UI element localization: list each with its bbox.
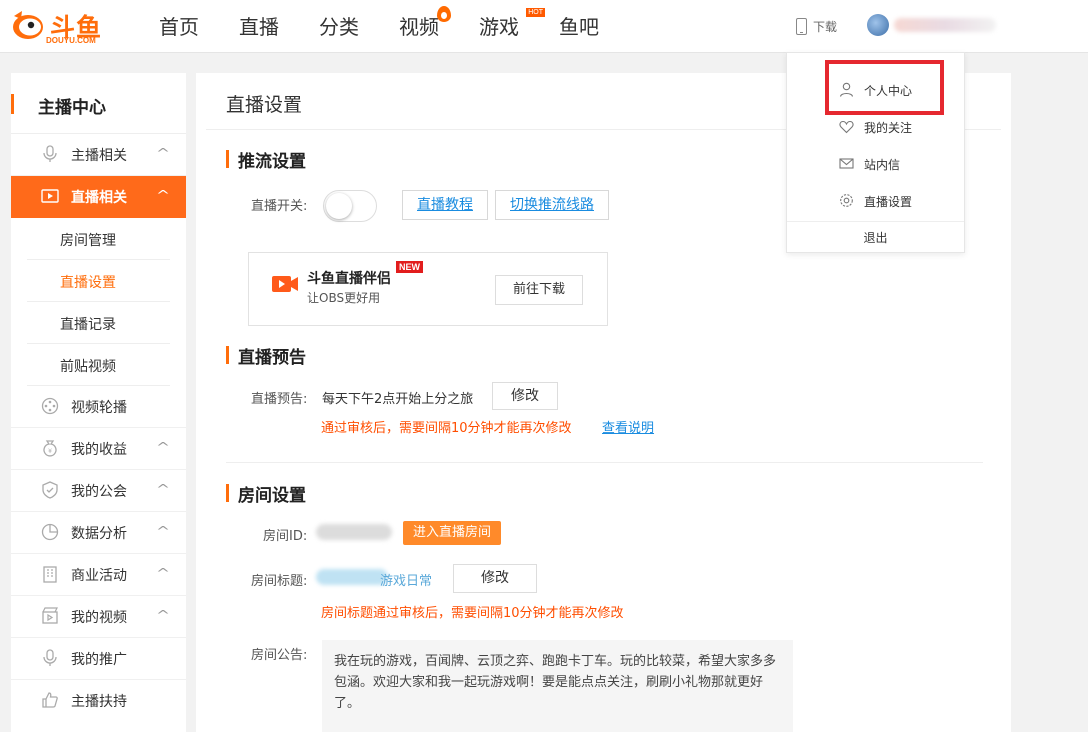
top-nav-bar: 斗鱼 DOUYU.COM 首页 直播 分类 视频 游戏 HOT 鱼吧 下载: [0, 0, 1088, 53]
preview-edit-button[interactable]: 修改: [492, 382, 558, 410]
enter-live-room-button[interactable]: 进入直播房间: [403, 521, 501, 545]
heart-icon: [839, 120, 854, 134]
live-tutorial-link[interactable]: 直播教程: [402, 190, 488, 220]
page-title: 直播设置: [226, 94, 303, 116]
sidebar: 主播中心 主播相关 ^ 直播相关 ^ 房间管理 直播设置 直播记录 前贴视频 视…: [11, 73, 186, 732]
microphone-icon: [40, 145, 60, 165]
sidebar-subitem-room-manage[interactable]: 房间管理: [11, 218, 186, 260]
room-id-label: 房间ID:: [263, 529, 308, 544]
chevron-up-icon: ^: [155, 188, 171, 202]
logo-domain: DOUYU.COM: [46, 36, 96, 45]
main-nav: 首页 直播 分类 视频 游戏 HOT 鱼吧: [159, 6, 639, 40]
video-play-icon: [40, 187, 60, 207]
promo-subtitle: 让OBS更好用: [307, 291, 381, 305]
sidebar-item-guild[interactable]: 我的公会 ^: [11, 470, 186, 512]
phone-icon: [796, 18, 807, 35]
chevron-up-icon: ^: [155, 566, 171, 580]
download-label: 下载: [813, 20, 838, 34]
divider: [226, 462, 983, 463]
fire-icon: [437, 6, 451, 22]
room-title-warning: 房间标题通过审核后，需要间隔10分钟才能再次修改: [321, 606, 624, 621]
username-redacted[interactable]: [894, 18, 996, 32]
annotation-highlight-box: [825, 60, 944, 115]
room-notice-text[interactable]: 我在玩的游戏，百闻牌、云顶之弈、跑跑卡丁车。玩的比较菜，希望大家多多包涵。欢迎大…: [322, 640, 793, 732]
sidebar-subitem-preroll-video[interactable]: 前贴视频: [11, 344, 186, 386]
logout-button[interactable]: 退出: [787, 229, 964, 246]
sidebar-item-promotion[interactable]: 我的推广: [11, 638, 186, 680]
obs-promo-card: 斗鱼直播伴侣 NEW 让OBS更好用 前往下载: [248, 252, 608, 326]
chevron-up-icon: ^: [155, 440, 171, 454]
clapperboard-icon: [40, 607, 60, 627]
mail-icon: [839, 158, 854, 169]
thumbs-up-icon: [40, 691, 60, 711]
gear-icon: [840, 194, 853, 207]
room-notice-label: 房间公告:: [251, 648, 308, 663]
sidebar-item-video-carousel[interactable]: 视频轮播: [11, 386, 186, 428]
promo-title: 斗鱼直播伴侣: [307, 271, 391, 287]
menu-item-inbox[interactable]: 站内信: [787, 149, 964, 179]
room-title-redacted: [316, 569, 388, 585]
sidebar-item-support[interactable]: 主播扶持: [11, 680, 186, 722]
nav-live[interactable]: 直播: [239, 14, 279, 40]
chevron-up-icon: ^: [155, 608, 171, 622]
money-bag-icon: ¥: [40, 439, 60, 459]
fish-mascot-icon: [13, 11, 43, 39]
section-title-preview: 直播预告: [226, 343, 306, 368]
sidebar-item-my-videos[interactable]: 我的视频 ^: [11, 596, 186, 638]
download-companion-button[interactable]: 前往下载: [495, 275, 583, 305]
sidebar-subitem-live-records[interactable]: 直播记录: [11, 302, 186, 344]
switch-stream-line-link[interactable]: 切换推流线路: [495, 190, 609, 220]
sidebar-item-live[interactable]: 直播相关 ^: [11, 176, 186, 218]
chevron-up-icon: ^: [155, 146, 171, 160]
preview-warning: 通过审核后，需要间隔10分钟才能再次修改: [321, 421, 572, 436]
nav-home[interactable]: 首页: [159, 14, 199, 40]
download-link[interactable]: 下载: [796, 18, 837, 35]
pie-chart-icon: [40, 523, 60, 543]
microphone-icon: [40, 649, 60, 669]
chevron-up-icon: ^: [155, 524, 171, 538]
menu-item-live-settings[interactable]: 直播设置: [787, 186, 964, 216]
nav-video[interactable]: 视频: [399, 6, 451, 40]
section-title-room: 房间设置: [226, 481, 306, 506]
douyu-logo[interactable]: 斗鱼 DOUYU.COM: [10, 6, 102, 48]
toggle-knob: [326, 193, 352, 219]
new-badge: NEW: [396, 261, 423, 273]
menu-divider: [787, 221, 964, 222]
svg-text:¥: ¥: [48, 448, 52, 455]
chevron-up-icon: ^: [155, 482, 171, 496]
room-title-label: 房间标题:: [251, 574, 308, 589]
nav-games[interactable]: 游戏 HOT: [479, 8, 545, 40]
sidebar-subitem-live-settings[interactable]: 直播设置: [11, 260, 186, 302]
building-icon: [40, 565, 60, 585]
avatar[interactable]: [867, 14, 889, 36]
hot-badge: HOT: [526, 8, 545, 17]
room-title-edit-button[interactable]: 修改: [453, 564, 537, 593]
live-switch-toggle[interactable]: [323, 190, 377, 222]
preview-value: 每天下午2点开始上分之旅: [322, 392, 474, 407]
sidebar-header: 主播中心: [11, 73, 186, 134]
live-switch-label: 直播开关:: [251, 199, 308, 214]
film-reel-icon: [40, 397, 60, 417]
menu-item-following[interactable]: 我的关注: [787, 112, 964, 142]
view-instructions-link[interactable]: 查看说明: [602, 417, 654, 436]
sidebar-title: 主播中心: [38, 98, 106, 118]
sidebar-item-earnings[interactable]: ¥ 我的收益 ^: [11, 428, 186, 470]
camera-icon: [272, 276, 298, 292]
sidebar-item-business[interactable]: 商业活动 ^: [11, 554, 186, 596]
room-title-fragment: 游戏日常: [380, 574, 433, 589]
section-title-stream: 推流设置: [226, 147, 306, 172]
nav-fishbar[interactable]: 鱼吧: [559, 14, 599, 40]
preview-label: 直播预告:: [251, 392, 308, 407]
nav-category[interactable]: 分类: [319, 14, 359, 40]
room-id-redacted: [316, 524, 392, 540]
sidebar-item-analytics[interactable]: 数据分析 ^: [11, 512, 186, 554]
sidebar-item-anchor[interactable]: 主播相关 ^: [11, 134, 186, 176]
shield-icon: [40, 481, 60, 501]
